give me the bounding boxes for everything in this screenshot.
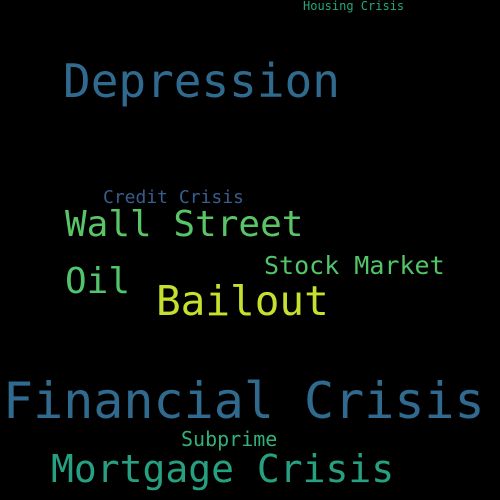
word-depression: Depression <box>63 54 340 108</box>
word-wall-street: Wall Street <box>65 204 304 245</box>
word-bailout: Bailout <box>156 277 329 325</box>
word-housing-crisis: Housing Crisis <box>303 0 405 13</box>
word-stock-market: Stock Market <box>264 251 445 280</box>
word-mortgage-crisis: Mortgage Crisis <box>51 447 395 491</box>
word-cloud: Housing Crisis Depression Credit Crisis … <box>0 0 500 500</box>
word-oil: Oil <box>65 261 131 302</box>
word-subprime: Subprime <box>181 427 278 451</box>
word-financial-crisis: Financial Crisis <box>3 372 485 430</box>
